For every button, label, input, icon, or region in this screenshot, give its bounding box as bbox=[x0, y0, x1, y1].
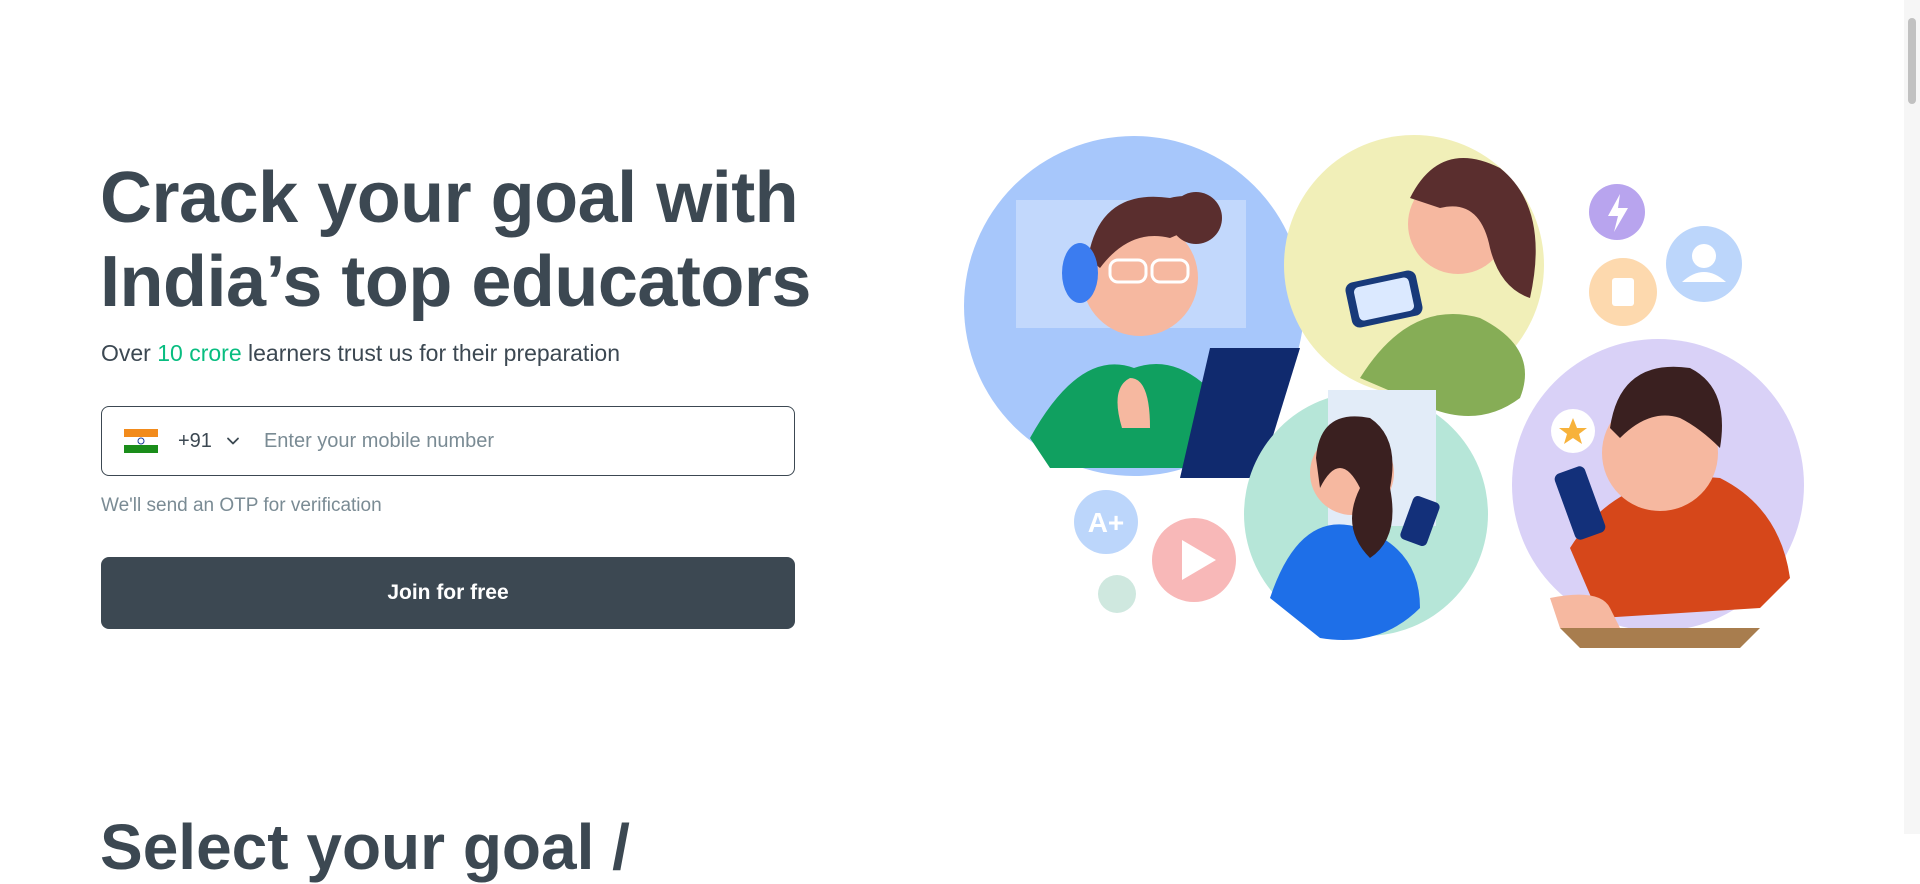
subtitle-suffix: learners trust us for their preparation bbox=[241, 340, 621, 366]
a-plus-badge-icon: A+ bbox=[1074, 490, 1138, 554]
scrollbar-thumb[interactable] bbox=[1908, 18, 1916, 104]
country-code: +91 bbox=[178, 429, 212, 452]
chevron-down-icon bbox=[226, 434, 240, 448]
dot-icon bbox=[1098, 575, 1136, 613]
subtitle-prefix: Over bbox=[101, 340, 158, 366]
user-badge-icon bbox=[1666, 226, 1742, 302]
learner-boy-phone-illustration bbox=[1512, 339, 1804, 648]
subtitle-highlight: 10 crore bbox=[157, 340, 242, 366]
play-badge-icon bbox=[1152, 518, 1236, 602]
notes-badge-icon bbox=[1589, 258, 1657, 326]
mobile-number-input[interactable] bbox=[261, 406, 794, 476]
select-goal-heading: Select your goal / bbox=[100, 811, 630, 883]
country-code-selector[interactable]: +91 bbox=[102, 407, 240, 475]
lightning-badge-icon bbox=[1589, 184, 1645, 240]
svg-text:A+: A+ bbox=[1088, 507, 1125, 538]
hero-illustration: A+ bbox=[964, 135, 1804, 648]
hero-title: Crack your goal with India’s top educato… bbox=[100, 156, 820, 324]
join-for-free-button[interactable]: Join for free bbox=[101, 557, 795, 629]
page-scrollbar[interactable] bbox=[1904, 0, 1920, 834]
learner-girl-phone-illustration bbox=[1244, 390, 1488, 640]
hero-subtitle: Over 10 crore learners trust us for thei… bbox=[101, 338, 620, 368]
phone-field: +91 bbox=[101, 406, 795, 476]
educator-girl-tablet-illustration bbox=[1284, 135, 1544, 416]
hero-title-line-1: Crack your goal with bbox=[100, 158, 799, 238]
otp-note: We'll send an OTP for verification bbox=[101, 495, 382, 516]
hero-title-line-2: India’s top educators bbox=[100, 242, 811, 322]
educator-boy-headphones-illustration bbox=[964, 136, 1304, 478]
india-flag-icon bbox=[124, 429, 158, 453]
